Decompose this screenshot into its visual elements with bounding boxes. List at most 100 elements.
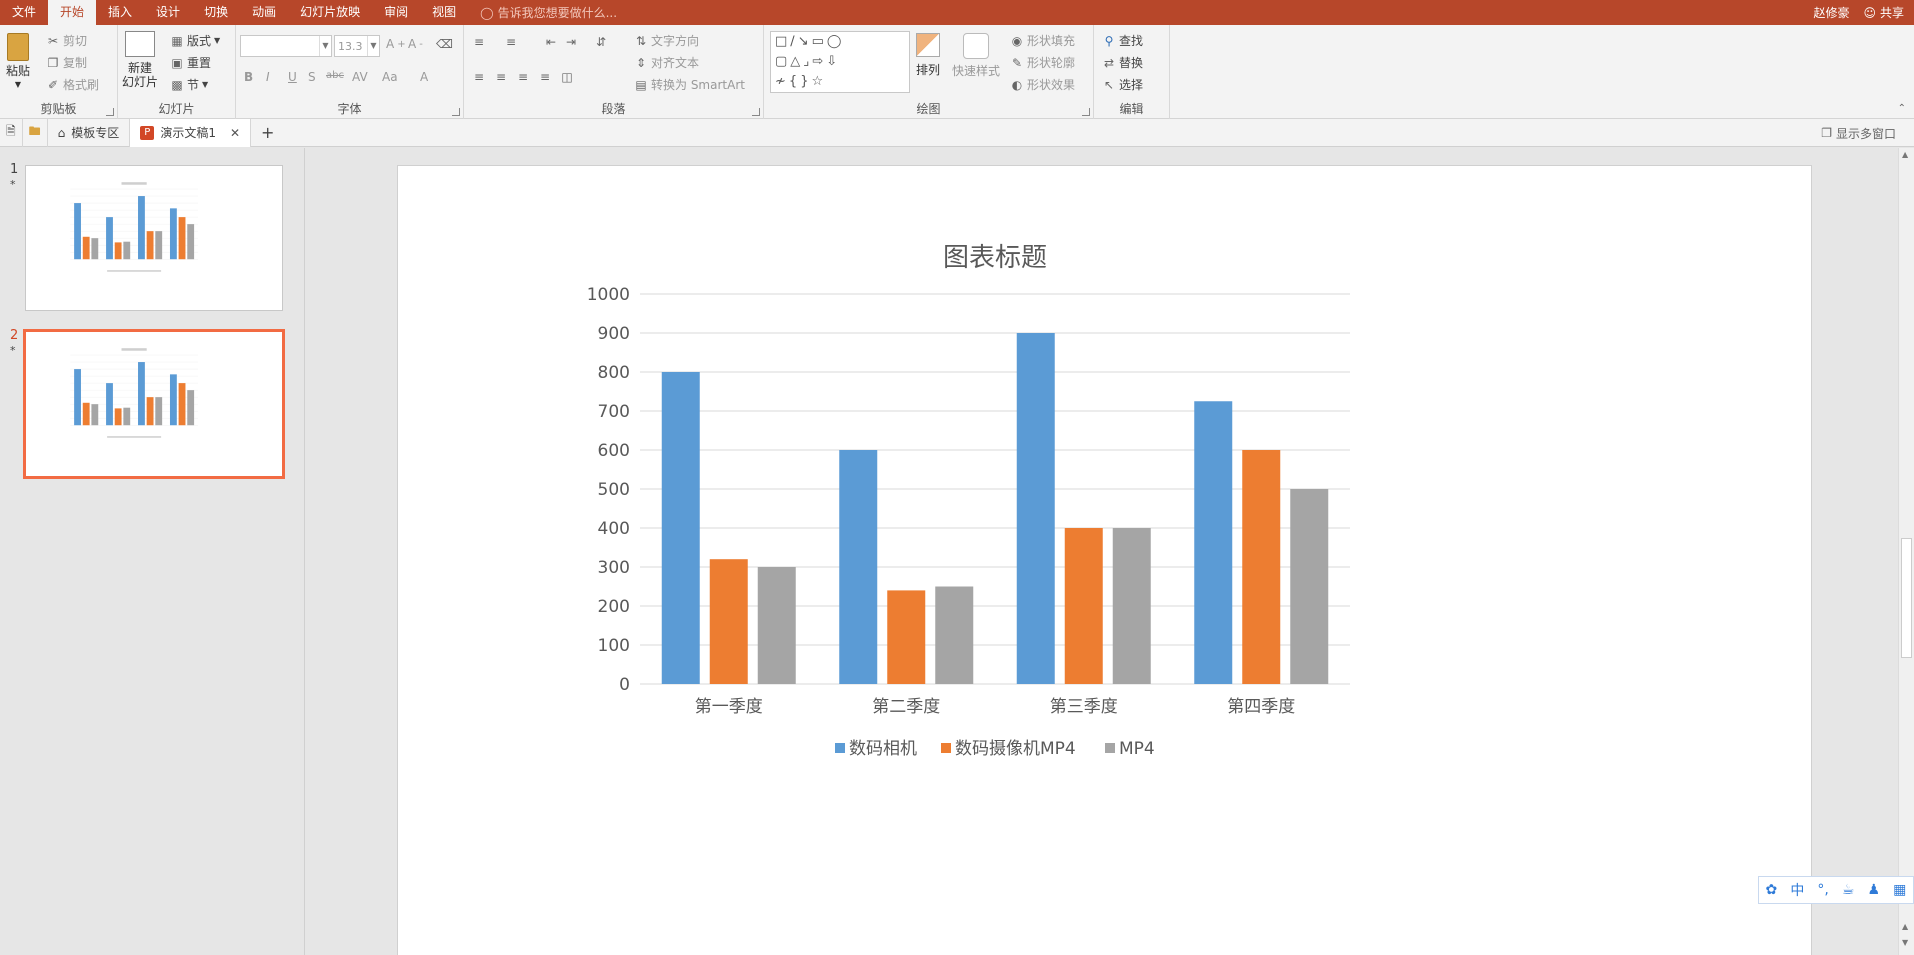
shape-oval-icon[interactable]: ◯ — [827, 34, 845, 49]
italic-button[interactable]: I — [266, 70, 270, 84]
quick-styles-button[interactable]: 快速样式 — [952, 33, 1000, 78]
drawing-launcher-icon[interactable] — [1082, 108, 1090, 116]
shape-line-icon[interactable]: ∕ — [790, 34, 797, 49]
bar[interactable] — [1242, 450, 1281, 684]
share-button[interactable]: ☺ 共享 — [1863, 4, 1904, 21]
slide[interactable]: 0 100 200 300 400 500 600 700 800 900 1000 第一季度 第二季度… — [397, 165, 1812, 955]
underline-button[interactable]: U — [288, 70, 297, 84]
bar[interactable] — [1016, 333, 1055, 684]
shape-triangle-icon[interactable]: △ — [790, 54, 803, 69]
bullets-button[interactable]: ≡ — [472, 35, 486, 49]
add-tab-button[interactable]: + — [251, 119, 284, 147]
show-multi-window-button[interactable]: ❐ 显示多窗口 — [1821, 119, 1896, 147]
template-tab[interactable]: ⌂ 模板专区 — [48, 118, 131, 147]
shape-outline-button[interactable]: ✎ 形状轮廓 — [1010, 54, 1075, 71]
columns-button[interactable]: ◫ — [560, 70, 574, 84]
shape-brace-icon[interactable]: { — [789, 74, 800, 89]
replace-button[interactable]: ⇄ 替换 — [1102, 54, 1143, 71]
tab-design[interactable]: 设计 — [144, 0, 192, 25]
paw-icon[interactable]: ✿ — [1766, 882, 1778, 898]
bar[interactable] — [169, 374, 177, 426]
ime-language-toggle[interactable]: 中 — [1790, 880, 1804, 900]
bar[interactable] — [661, 372, 700, 684]
bar[interactable] — [187, 390, 195, 426]
cup-icon[interactable]: ☕ — [1842, 882, 1855, 898]
bar[interactable] — [887, 590, 926, 684]
chart-title[interactable]: 图表标题 — [943, 243, 1047, 273]
clipboard-launcher-icon[interactable] — [106, 108, 114, 116]
scroll-thumb[interactable] — [1901, 538, 1912, 658]
bar[interactable] — [935, 586, 974, 685]
align-left-button[interactable]: ≡ — [472, 70, 486, 84]
justify-button[interactable]: ≡ — [538, 70, 552, 84]
find-button[interactable]: ⚲ 查找 — [1102, 32, 1143, 49]
slide-thumbnail-1[interactable] — [25, 165, 283, 311]
tab-slideshow[interactable]: 幻灯片放映 — [288, 0, 372, 25]
bar[interactable] — [709, 559, 748, 684]
strikethrough-button[interactable]: abc — [326, 70, 344, 81]
collapse-ribbon-icon[interactable]: ⌃ — [1898, 103, 1906, 114]
new-slide-button[interactable]: 新建 幻灯片 — [122, 31, 158, 89]
shrink-font-button[interactable]: A- — [408, 37, 423, 51]
tab-animations[interactable]: 动画 — [240, 0, 288, 25]
align-center-button[interactable]: ≡ — [494, 70, 508, 84]
shape-textbox-icon[interactable]: □ — [775, 34, 790, 49]
bar[interactable] — [178, 217, 186, 260]
punctuation-icon[interactable]: °, — [1817, 882, 1828, 898]
smartart-button[interactable]: ▤ 转换为 SmartArt — [634, 76, 745, 93]
shape-fill-button[interactable]: ◉ 形状填充 — [1010, 32, 1075, 49]
tab-insert[interactable]: 插入 — [96, 0, 144, 25]
next-slide-icon[interactable]: ▼ — [1902, 938, 1908, 947]
arrange-button[interactable]: 排列 — [916, 33, 940, 77]
tab-home[interactable]: 开始 — [48, 0, 97, 25]
text-direction-button[interactable]: ⇅ 文字方向 — [634, 32, 699, 49]
bar[interactable] — [123, 407, 131, 426]
align-right-button[interactable]: ≡ — [516, 70, 530, 84]
bar[interactable] — [155, 397, 163, 426]
font-size-combo[interactable]: 13.3 ▼ — [334, 35, 380, 57]
bar[interactable] — [187, 224, 195, 260]
increase-indent-button[interactable]: ⇥ — [564, 35, 578, 49]
scroll-up-icon[interactable]: ▲ — [1902, 150, 1908, 159]
font-name-combo[interactable]: ▼ — [240, 35, 332, 57]
font-launcher-icon[interactable] — [452, 108, 460, 116]
bar[interactable] — [1112, 528, 1151, 684]
paragraph-launcher-icon[interactable] — [752, 108, 760, 116]
shape-rounded-rect-icon[interactable]: ▢ — [775, 54, 790, 69]
bar[interactable] — [123, 241, 131, 260]
tab-file[interactable]: 文件 — [0, 0, 48, 25]
clear-format-button[interactable]: ⌫ — [436, 37, 453, 51]
shape-curve-icon[interactable]: ≁ — [775, 74, 789, 89]
numbering-button[interactable]: ≡ — [504, 35, 518, 49]
tab-view[interactable]: 视图 — [420, 0, 468, 25]
grid-icon[interactable]: ▦ — [1893, 882, 1906, 898]
char-spacing-button[interactable]: AV — [352, 70, 368, 84]
copy-button[interactable]: ❐ 复制 — [46, 54, 87, 71]
bar[interactable] — [169, 208, 177, 260]
bar[interactable] — [155, 231, 163, 260]
open-folder-button[interactable]: 🖿 — [23, 118, 48, 147]
bar[interactable] — [178, 383, 186, 426]
shape-effects-button[interactable]: ◐ 形状效果 — [1010, 76, 1075, 93]
tab-transitions[interactable]: 切换 — [192, 0, 240, 25]
shape-right-arrow-icon[interactable]: ⇨ — [812, 54, 826, 69]
layout-button[interactable]: ▦ 版式 ▼ — [170, 32, 220, 49]
paste-button[interactable]: 粘贴 ▼ — [6, 33, 30, 92]
bar[interactable] — [82, 236, 90, 260]
bar[interactable] — [114, 242, 122, 260]
user-name[interactable]: 赵修豪 — [1813, 4, 1849, 21]
vertical-scrollbar[interactable]: ▲ ▲ ▼ — [1898, 148, 1914, 955]
bar[interactable] — [74, 369, 81, 426]
bar[interactable] — [106, 217, 113, 260]
tab-review[interactable]: 审阅 — [372, 0, 420, 25]
shape-down-arrow-icon[interactable]: ⇩ — [826, 54, 840, 69]
bar[interactable] — [82, 402, 90, 426]
bar[interactable] — [839, 450, 878, 684]
align-text-button[interactable]: ⇕ 对齐文本 — [634, 54, 699, 71]
bar[interactable] — [1064, 528, 1103, 684]
bar[interactable] — [91, 238, 99, 260]
chart[interactable]: 0 100 200 300 400 500 600 700 800 900 1000 第一季度 第二季度… — [398, 166, 1813, 955]
bar[interactable] — [1290, 489, 1329, 684]
line-spacing-button[interactable]: ⇵ — [594, 35, 608, 49]
bar[interactable] — [114, 408, 122, 426]
